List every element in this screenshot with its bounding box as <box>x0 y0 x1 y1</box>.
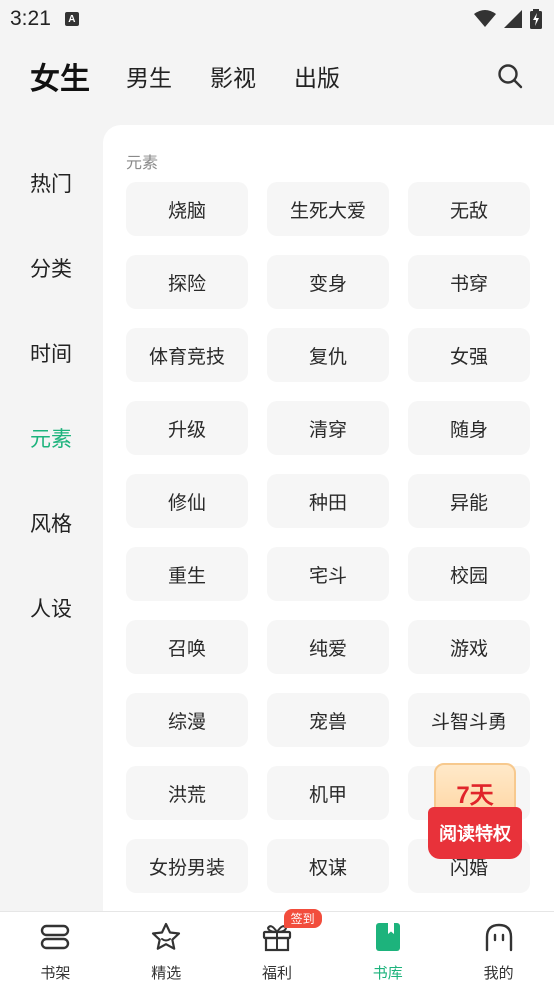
element-tag[interactable]: 异能 <box>408 474 530 528</box>
element-tag[interactable]: 复仇 <box>267 328 389 382</box>
side-item-category[interactable]: 分类 <box>0 225 104 310</box>
nav-library[interactable]: 书库 <box>332 912 443 986</box>
element-tag[interactable]: 校园 <box>408 547 530 601</box>
element-tag[interactable]: 机甲 <box>267 766 389 820</box>
nav-bookshelf-label: 书架 <box>40 964 71 982</box>
element-tag[interactable]: 清穿 <box>267 401 389 455</box>
nav-welfare[interactable]: 福利 签到 <box>222 909 333 986</box>
element-tag[interactable]: 召唤 <box>126 620 248 674</box>
side-nav: 热门 分类 时间 元素 风格 人设 <box>0 140 104 650</box>
element-tag[interactable]: 洪荒 <box>126 766 248 820</box>
element-tag[interactable]: 体育竞技 <box>126 328 248 382</box>
element-tag[interactable]: 修仙 <box>126 474 248 528</box>
battery-icon <box>530 9 542 29</box>
side-item-hot[interactable]: 热门 <box>0 140 104 225</box>
element-tag[interactable]: 无敌 <box>408 182 530 236</box>
nav-welfare-label: 福利 <box>261 964 292 982</box>
tab-publish[interactable]: 出版 <box>294 59 340 93</box>
element-tag[interactable]: 随身 <box>408 401 530 455</box>
element-tag[interactable]: 烧脑 <box>126 182 248 236</box>
book-library-icon <box>375 923 400 951</box>
nav-featured-label: 精选 <box>151 964 182 982</box>
reading-privilege-promo[interactable]: 7天 阅读特权 <box>428 763 522 859</box>
element-tag[interactable]: 种田 <box>267 474 389 528</box>
section-title: 元素 <box>126 153 159 172</box>
status-bar: 3:21 A <box>0 0 554 38</box>
notification-a-icon: A <box>64 12 79 26</box>
element-tag[interactable]: 女扮男装 <box>126 839 248 893</box>
tab-film[interactable]: 影视 <box>210 59 256 93</box>
signal-icon <box>504 10 522 28</box>
category-tabs: 女生 男生 影视 出版 <box>0 40 554 112</box>
element-tag[interactable]: 宅斗 <box>267 547 389 601</box>
element-tag[interactable]: 纯爱 <box>267 620 389 674</box>
bottom-nav: 书架 精选 福利 签到 书库 我的 <box>0 909 554 986</box>
bookshelf-icon <box>41 924 70 950</box>
element-tag[interactable]: 斗智斗勇 <box>408 693 530 747</box>
element-tag[interactable]: 游戏 <box>408 620 530 674</box>
element-tag[interactable]: 书穿 <box>408 255 530 309</box>
checkin-badge: 签到 <box>283 909 322 928</box>
element-tag[interactable]: 探险 <box>126 255 248 309</box>
element-tag[interactable]: 重生 <box>126 547 248 601</box>
tab-female[interactable]: 女生 <box>30 54 90 98</box>
element-tag[interactable]: 宠兽 <box>267 693 389 747</box>
side-item-persona[interactable]: 人设 <box>0 565 104 650</box>
side-item-style[interactable]: 风格 <box>0 480 104 565</box>
nav-profile-label: 我的 <box>483 964 514 982</box>
star-icon <box>152 922 181 950</box>
side-item-elements[interactable]: 元素 <box>0 395 104 480</box>
nav-bookshelf[interactable]: 书架 <box>0 912 111 986</box>
side-item-time[interactable]: 时间 <box>0 310 104 395</box>
element-tag[interactable]: 生死大爱 <box>267 182 389 236</box>
nav-library-label: 书库 <box>372 964 403 982</box>
element-tag[interactable]: 变身 <box>267 255 389 309</box>
profile-icon <box>485 923 512 952</box>
tab-male[interactable]: 男生 <box>126 59 172 93</box>
element-tag[interactable]: 综漫 <box>126 693 248 747</box>
promo-label: 阅读特权 <box>428 807 522 859</box>
wifi-icon <box>474 10 496 27</box>
element-tag[interactable]: 权谋 <box>267 839 389 893</box>
nav-profile[interactable]: 我的 <box>443 912 554 986</box>
status-time: 3:21 <box>10 7 51 30</box>
element-tag[interactable]: 女强 <box>408 328 530 382</box>
element-tag[interactable]: 升级 <box>126 401 248 455</box>
nav-featured[interactable]: 精选 <box>111 912 222 986</box>
search-icon[interactable] <box>496 62 524 90</box>
